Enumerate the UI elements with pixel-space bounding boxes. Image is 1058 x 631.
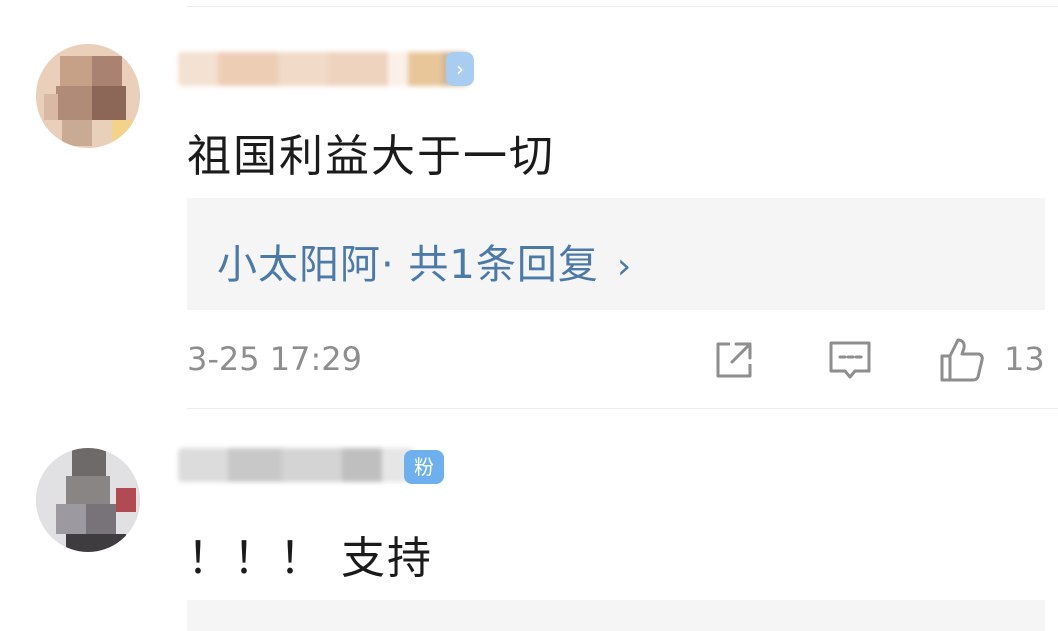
comment-text: ！！！ 支持 <box>187 533 433 584</box>
reply-preview-box[interactable] <box>187 600 1045 631</box>
thumbs-up-icon[interactable] <box>938 336 986 384</box>
like-count: 13 <box>1004 340 1045 378</box>
comment-icon[interactable] <box>826 336 874 384</box>
reply-link-label: 小太阳阿· 共1条回复 <box>217 242 599 288</box>
comment-text: 祖国利益大于一切 <box>187 131 555 182</box>
username-blurred[interactable] <box>178 448 414 482</box>
chevron-right-icon: › <box>616 246 633 287</box>
username-blurred[interactable] <box>178 52 468 86</box>
reply-preview-box[interactable]: 小太阳阿· 共1条回复 › <box>187 198 1045 310</box>
user-badge: › <box>446 52 474 86</box>
fan-badge: 粉 <box>404 450 444 484</box>
comment-timestamp: 3-25 17:29 <box>187 340 363 378</box>
avatar[interactable] <box>36 44 140 148</box>
share-icon[interactable] <box>710 336 758 384</box>
top-divider <box>187 6 1058 7</box>
comment-divider <box>187 408 1058 409</box>
reply-link[interactable]: 小太阳阿· 共1条回复 › <box>217 232 632 290</box>
avatar[interactable] <box>36 448 140 552</box>
